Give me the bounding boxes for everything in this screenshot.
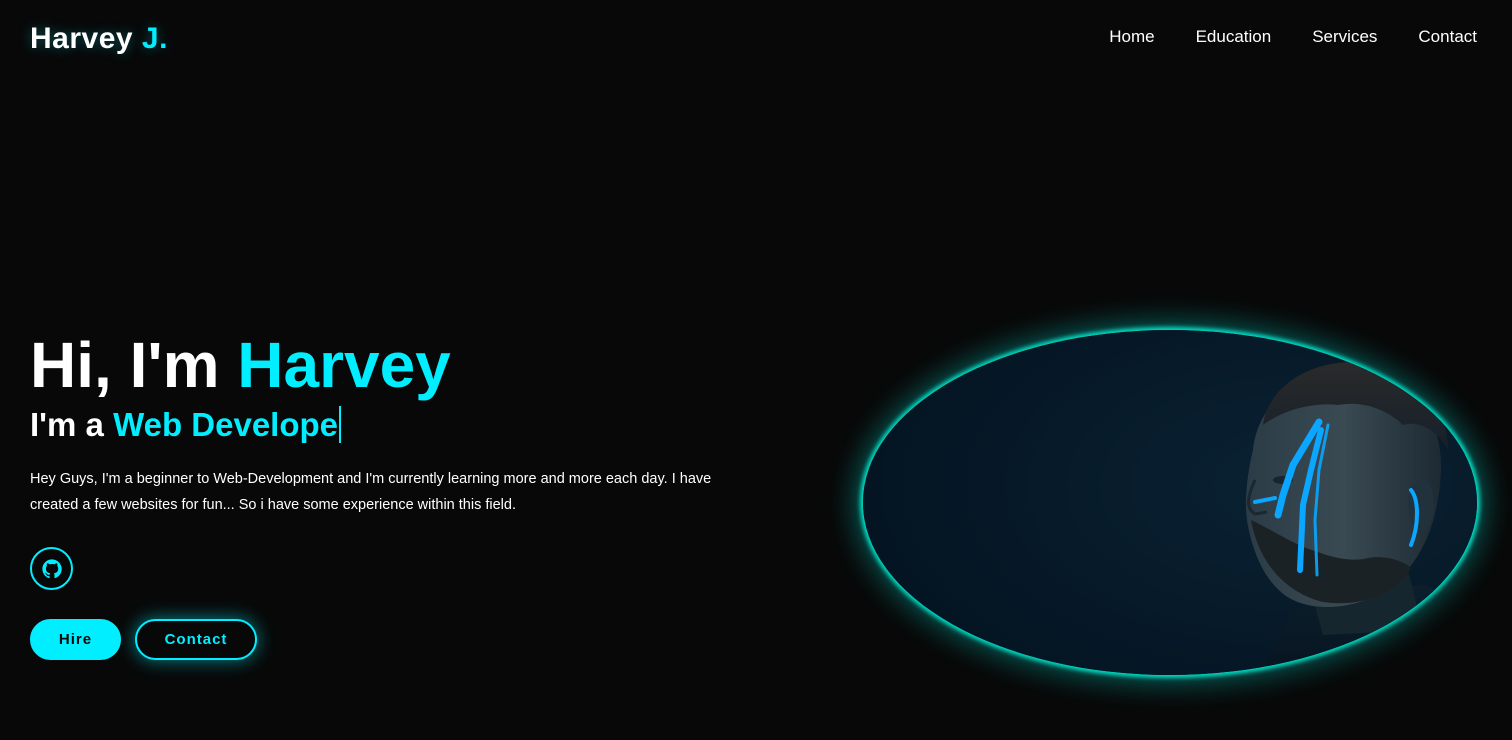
logo-main: Harvey bbox=[30, 22, 142, 55]
logo-accent: J. bbox=[141, 22, 168, 55]
hero-title-name: Harvey bbox=[237, 329, 451, 401]
hero-title-prefix: Hi, I'm bbox=[30, 329, 238, 401]
portrait-image bbox=[863, 330, 1477, 675]
page: Harvey J. Home Education Services Contac… bbox=[0, 0, 1512, 740]
hero-subtitle-prefix: I'm a bbox=[30, 406, 114, 443]
contact-button[interactable]: Contact bbox=[135, 619, 257, 660]
nav-home[interactable]: Home bbox=[1109, 27, 1154, 47]
hero-title: Hi, I'm Harvey bbox=[30, 330, 451, 400]
hero-description: Hey Guys, I'm a beginner to Web-Developm… bbox=[30, 471, 712, 513]
nav-education[interactable]: Education bbox=[1196, 27, 1272, 47]
main-nav: Home Education Services Contact bbox=[1109, 27, 1477, 47]
nav-services[interactable]: Services bbox=[1312, 27, 1377, 47]
github-link[interactable] bbox=[30, 547, 73, 590]
hire-button[interactable]: Hire bbox=[30, 619, 121, 660]
github-icon bbox=[41, 558, 62, 578]
hero-subtitle: I'm a Web Develope bbox=[30, 406, 342, 444]
nav-contact[interactable]: Contact bbox=[1418, 27, 1477, 47]
logo[interactable]: Harvey J. bbox=[30, 22, 168, 56]
portrait-image-frame bbox=[863, 330, 1477, 675]
typing-role-text: Web Develope bbox=[113, 406, 342, 443]
